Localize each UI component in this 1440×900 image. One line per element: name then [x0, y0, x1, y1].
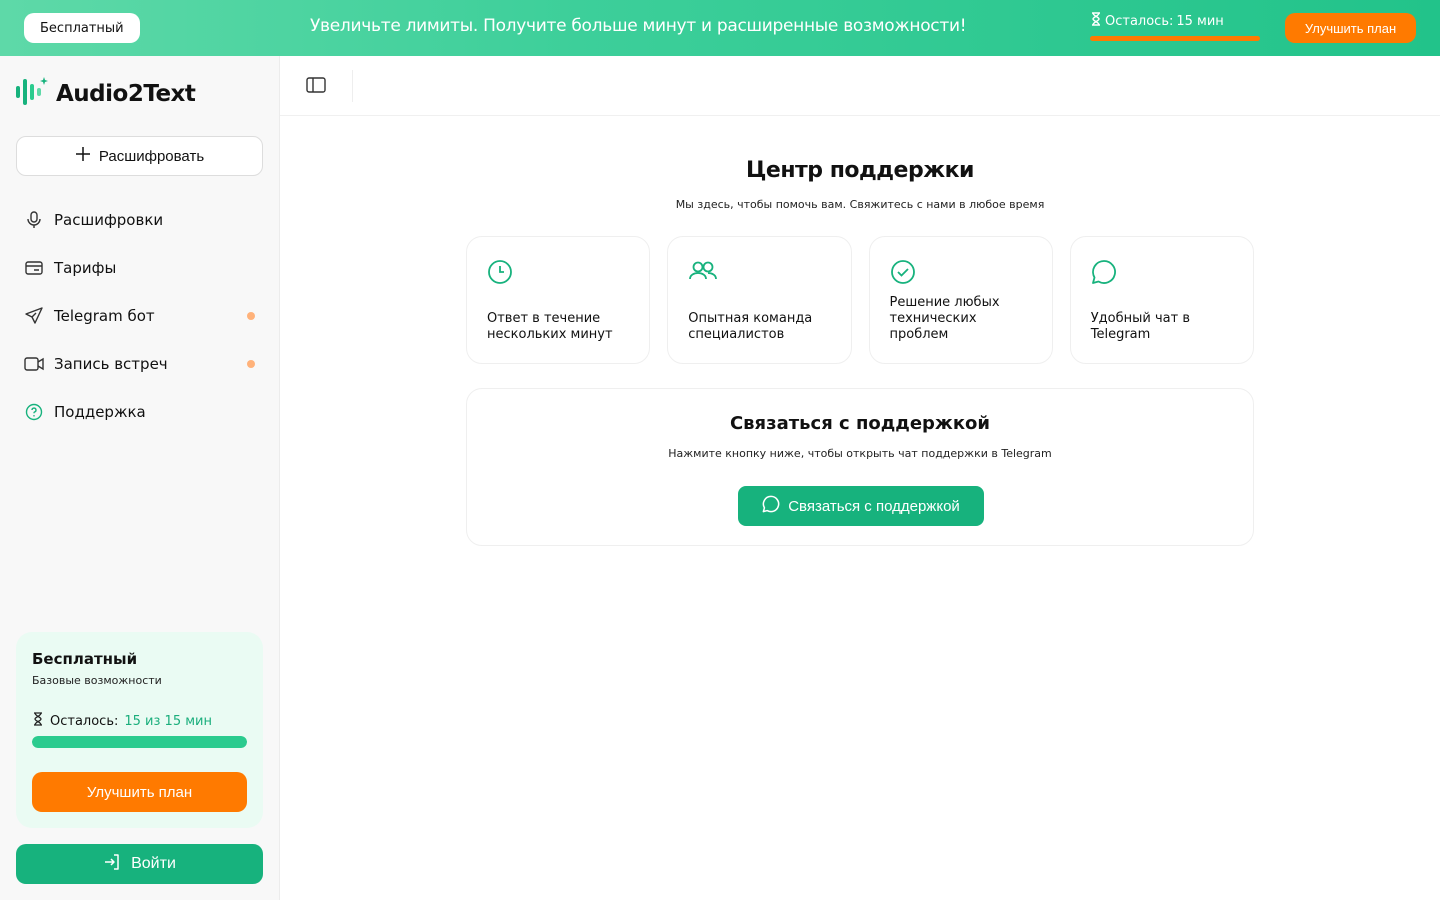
plan-card-subtitle: Базовые возможности [32, 674, 162, 687]
remaining-progress-bar [1090, 36, 1260, 41]
plus-icon [75, 146, 91, 166]
users-icon [688, 259, 718, 287]
page-title: Центр поддержки [746, 158, 974, 183]
card-icon [24, 258, 44, 278]
contact-support-button[interactable]: Связаться с поддержкой [738, 486, 984, 526]
remaining-label: Осталось: [1105, 13, 1174, 29]
sidebar-item-label: Расшифровки [54, 211, 164, 229]
banner-message: Увеличьте лимиты. Получите больше минут … [310, 16, 967, 36]
hourglass-icon [1090, 12, 1102, 30]
contact-support-card: Связаться с поддержкой Нажмите кнопку ни… [466, 388, 1254, 546]
feature-card: Опытная команда специалистов [667, 236, 852, 364]
feature-card: Решение любых технических проблем [868, 236, 1053, 364]
plan-badge[interactable]: Бесплатный [24, 13, 140, 43]
app-name: Audio2Text [56, 81, 196, 107]
plan-card: Бесплатный Базовые возможности Осталось:… [16, 632, 263, 828]
contact-title: Связаться с поддержкой [729, 413, 991, 434]
login-icon [103, 853, 121, 876]
help-circle-icon [24, 402, 44, 422]
microphone-icon [24, 210, 44, 230]
plan-card-title: Бесплатный [32, 650, 138, 668]
feature-text: Ответ в течение нескольких минут [487, 311, 613, 342]
sidebar-item-support[interactable]: Поддержка [16, 388, 263, 436]
feature-text: Решение любых технических проблем [889, 295, 1000, 342]
remaining-value: 15 из 15 мин [124, 713, 212, 729]
chat-bubble-icon [762, 495, 780, 517]
send-icon [24, 306, 44, 326]
topbar-divider [352, 70, 353, 102]
hourglass-icon [32, 712, 44, 730]
contact-button-label: Связаться с поддержкой [788, 497, 960, 515]
plan-card-remaining: Осталось: 15 из 15 мин [32, 712, 212, 730]
video-icon [24, 354, 44, 374]
topbar [280, 56, 1440, 116]
notification-dot [247, 360, 255, 368]
promo-banner: Бесплатный Увеличьте лимиты. Получите бо… [0, 0, 1440, 56]
sidebar-item-telegram-bot[interactable]: Telegram бот [16, 292, 263, 340]
sidebar-item-pricing[interactable]: Тарифы [16, 244, 263, 292]
sidebar-item-meeting-recording[interactable]: Запись встреч [16, 340, 263, 388]
check-circle-icon [890, 259, 916, 289]
sidebar: Audio2Text Расшифровать Расшифровки Тари… [0, 56, 280, 900]
contact-subtitle: Нажмите кнопку ниже, чтобы открыть чат п… [668, 447, 1052, 460]
plan-progress-bar [32, 736, 247, 748]
sidebar-toggle-button[interactable] [304, 76, 328, 96]
audio-wave-logo-icon [16, 77, 48, 111]
main-content: Центр поддержки Мы здесь, чтобы помочь в… [280, 56, 1440, 900]
app-logo[interactable]: Audio2Text [16, 77, 196, 111]
notification-dot [247, 312, 255, 320]
page-subtitle: Мы здесь, чтобы помочь вам. Свяжитесь с … [675, 198, 1045, 211]
login-label: Войти [131, 855, 176, 872]
feature-text: Удобный чат в Telegram [1090, 311, 1190, 342]
remaining-label: Осталось: [50, 713, 119, 729]
sidebar-nav: Расшифровки Тарифы Telegram бот Запись в… [16, 196, 263, 436]
feature-text: Опытная команда специалистов [688, 311, 813, 342]
sidebar-item-label: Запись встреч [54, 355, 168, 373]
plan-card-upgrade-button[interactable]: Улучшить план [32, 772, 247, 812]
chat-bubble-icon [1091, 259, 1117, 289]
clock-icon [487, 259, 513, 289]
sidebar-item-label: Поддержка [54, 403, 146, 421]
plan-progress-fill [32, 736, 247, 748]
upgrade-plan-button[interactable]: Улучшить план [1285, 13, 1416, 43]
new-transcription-label: Расшифровать [98, 147, 205, 165]
feature-card: Ответ в течение нескольких минут [466, 236, 651, 364]
sidebar-item-transcriptions[interactable]: Расшифровки [16, 196, 263, 244]
feature-cards: Ответ в течение нескольких минут Опытная… [466, 236, 1254, 364]
remaining-value: 15 мин [1176, 13, 1224, 29]
login-button[interactable]: Войти [16, 844, 263, 884]
banner-remaining: Осталось: 15 мин [1090, 12, 1262, 41]
sidebar-item-label: Telegram бот [54, 307, 155, 325]
sidebar-item-label: Тарифы [54, 259, 117, 277]
feature-card: Удобный чат в Telegram [1069, 236, 1254, 364]
new-transcription-button[interactable]: Расшифровать [16, 136, 263, 176]
sidebar-toggle-icon [306, 76, 326, 96]
